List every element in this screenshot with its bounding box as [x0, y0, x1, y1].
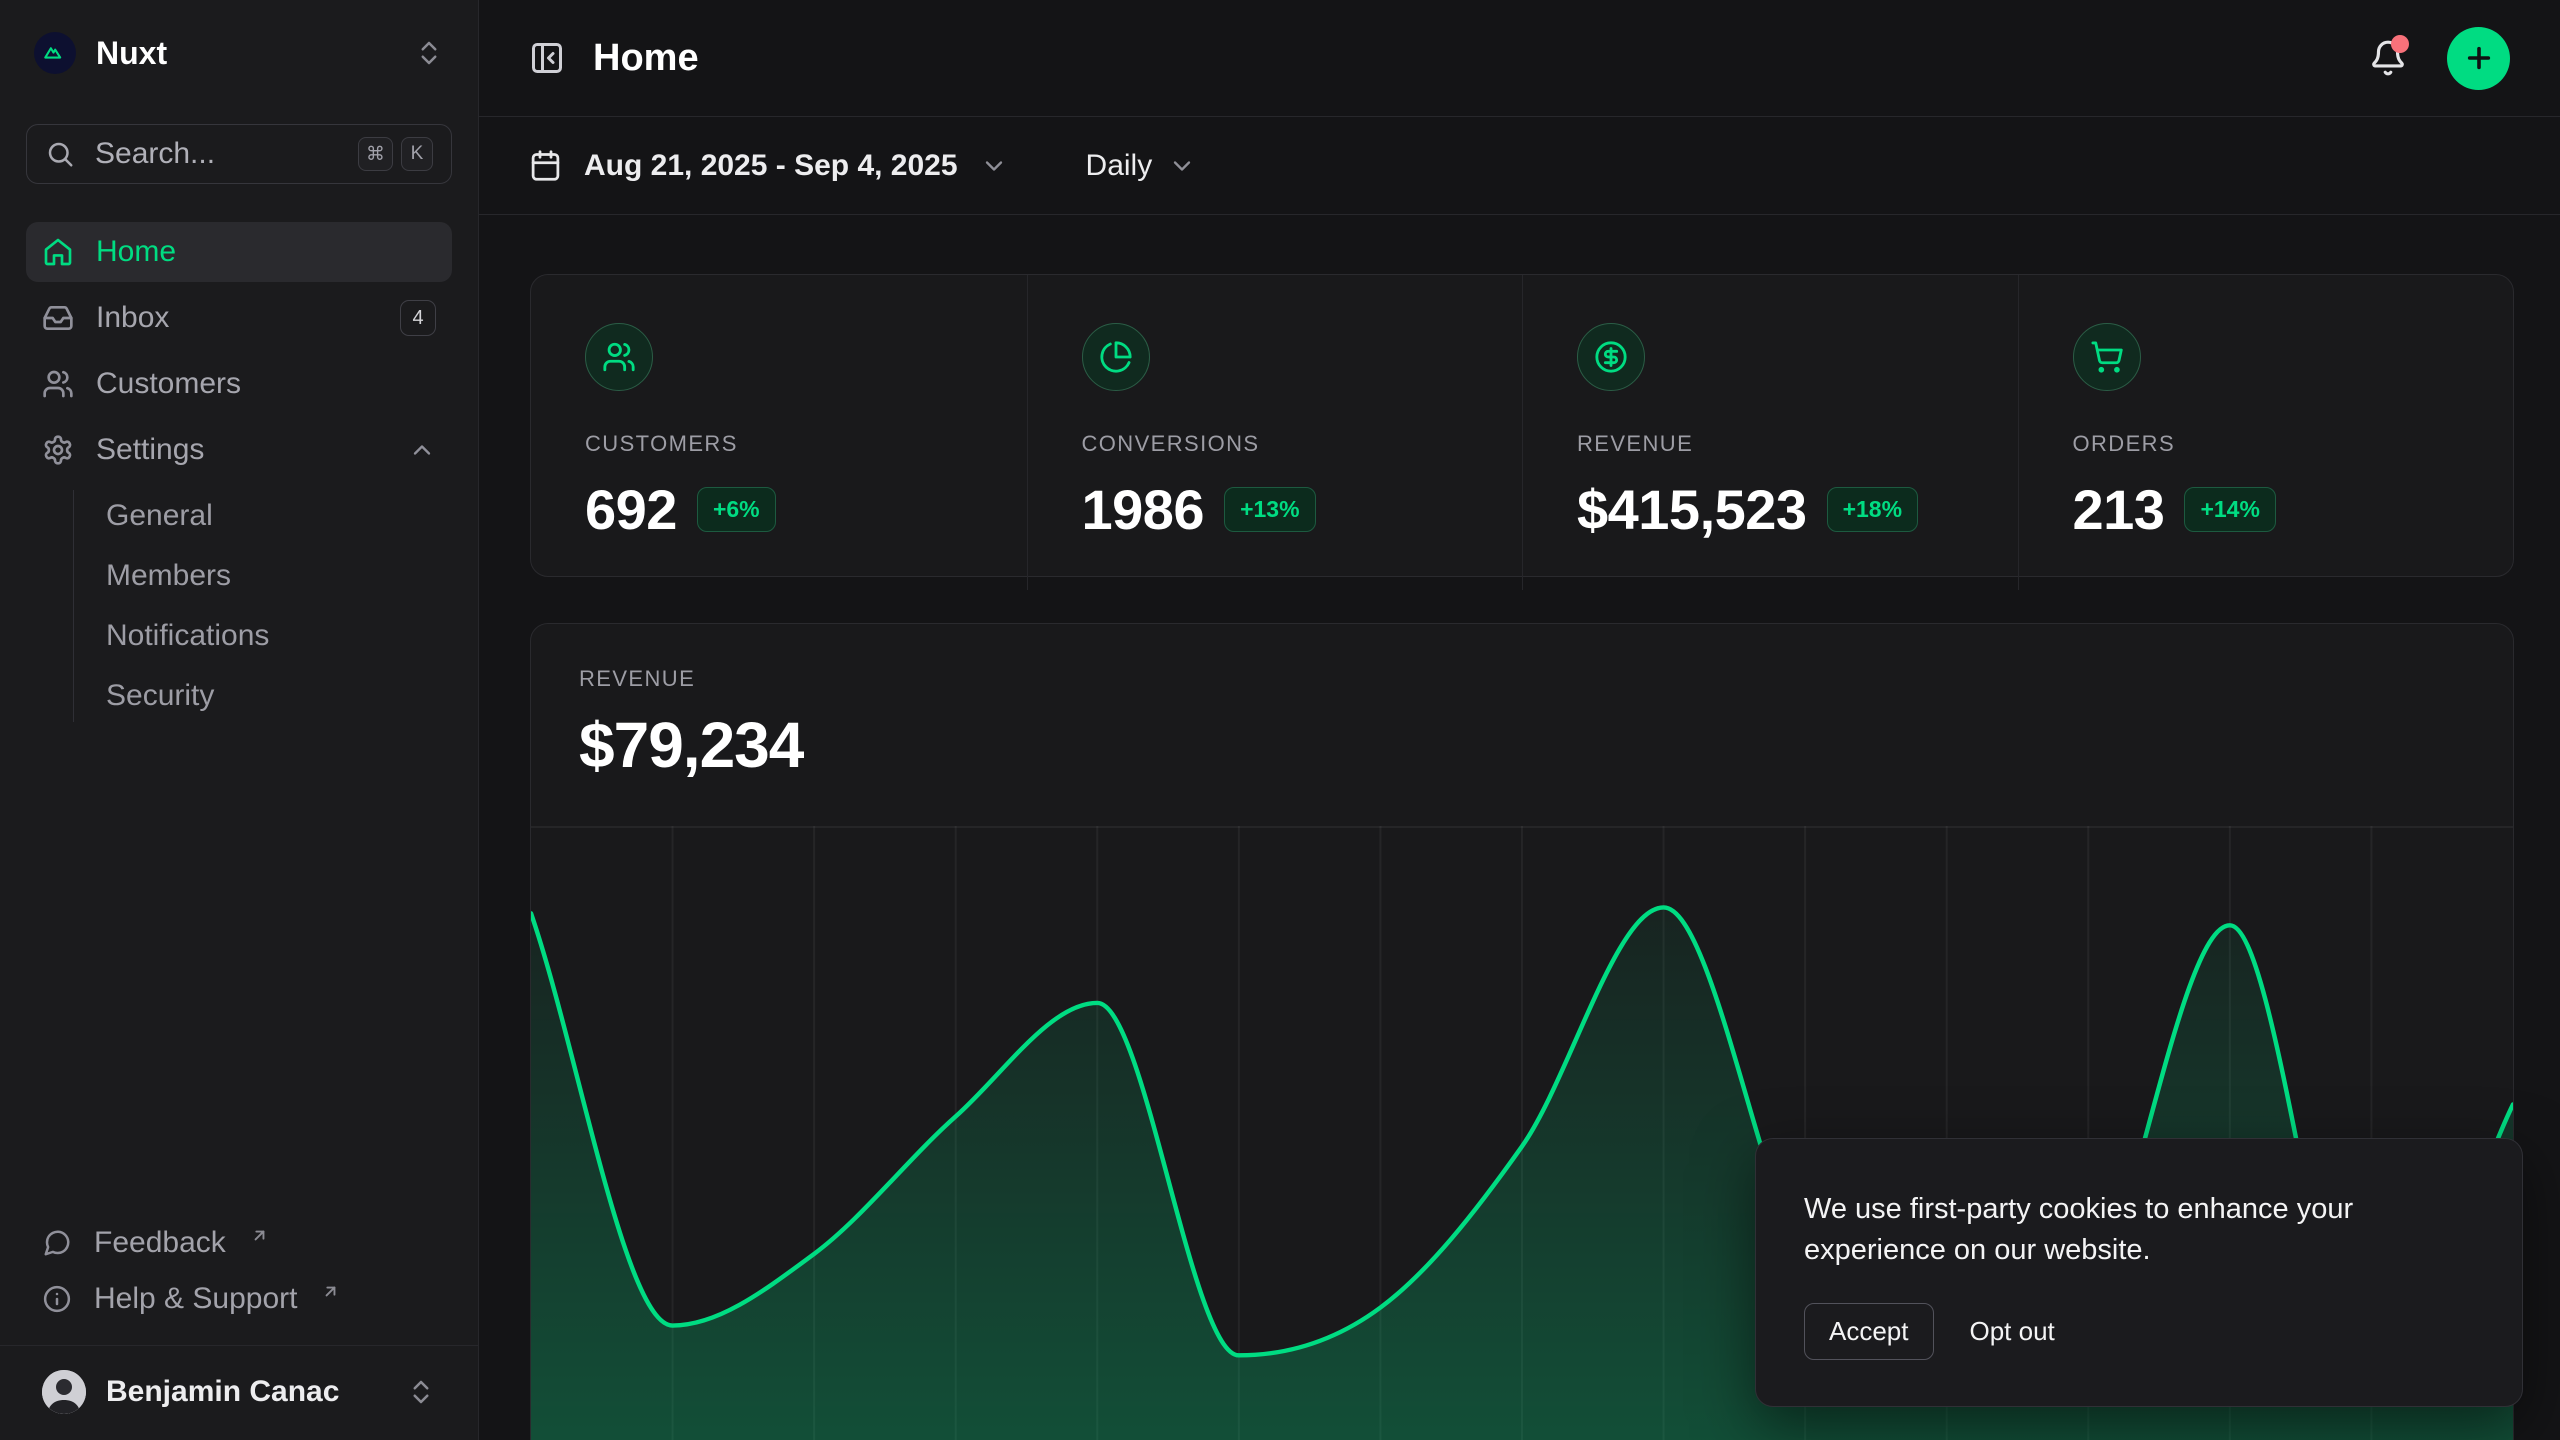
opt-out-button[interactable]: Opt out [1970, 1316, 2055, 1347]
feedback-label: Feedback [94, 1226, 226, 1260]
stat-label: CUSTOMERS [585, 431, 973, 457]
top-header: Home [479, 0, 2560, 117]
page-title: Home [593, 37, 699, 80]
panel-left-close-icon[interactable] [529, 40, 565, 76]
search-input[interactable] [93, 136, 340, 172]
sidebar-item-security[interactable]: Security [106, 670, 452, 722]
stat-value: $415,523 [1577, 477, 1807, 542]
revenue-label: REVENUE [579, 666, 2465, 692]
date-range-picker[interactable]: Aug 21, 2025 - Sep 4, 2025 [529, 149, 1008, 183]
chevrons-up-down-icon [406, 1377, 436, 1407]
sidebar-item-members[interactable]: Members [106, 550, 452, 602]
nuxt-logo [34, 32, 76, 74]
inbox-icon [42, 302, 74, 334]
home-icon [42, 236, 74, 268]
sidebar-item-label: Inbox [96, 301, 169, 335]
feedback-link[interactable]: Feedback [26, 1215, 452, 1271]
granularity-label: Daily [1086, 149, 1153, 183]
inbox-count-badge: 4 [400, 300, 436, 336]
stat-delta-badge: +13% [1224, 487, 1315, 532]
stat-card-orders: ORDERS 213 +14% [2018, 275, 2514, 590]
stat-card-customers: CUSTOMERS 692 +6% [531, 275, 1027, 590]
users-icon [42, 368, 74, 400]
sidebar-nav: Home Inbox 4 Customers Settings [26, 222, 452, 732]
calendar-icon [529, 149, 562, 182]
granularity-select[interactable]: Daily [1086, 149, 1197, 183]
chevron-up-icon [408, 436, 436, 464]
revenue-total: $79,234 [579, 708, 2465, 782]
workspace-switcher[interactable]: Nuxt [26, 22, 452, 84]
revenue-header: REVENUE $79,234 [531, 624, 2513, 782]
info-circle-icon [42, 1284, 72, 1314]
avatar [42, 1370, 86, 1414]
sidebar-spacer [26, 732, 452, 1215]
stats-panel: CUSTOMERS 692 +6% CONVERSIONS 1986 +13% [530, 274, 2514, 577]
kbd-command: ⌘ [358, 137, 393, 171]
sidebar-item-customers[interactable]: Customers [26, 354, 452, 414]
dashboard-app: Nuxt ⌘ K Home [0, 0, 2560, 1440]
gear-icon [42, 434, 74, 466]
sidebar-item-label: Home [96, 235, 176, 269]
stat-delta-badge: +18% [1827, 487, 1918, 532]
sidebar-item-settings[interactable]: Settings [26, 420, 452, 480]
help-support-link[interactable]: Help & Support [26, 1271, 452, 1327]
help-support-label: Help & Support [94, 1282, 297, 1316]
unread-dot [2391, 35, 2409, 53]
stat-delta-badge: +14% [2184, 487, 2275, 532]
settings-children: General Members Notifications Security [73, 490, 452, 722]
workspace-name: Nuxt [96, 35, 167, 72]
stat-value: 1986 [1082, 477, 1205, 542]
filters-toolbar: Aug 21, 2025 - Sep 4, 2025 Daily [479, 117, 2560, 215]
cookie-banner: We use first-party cookies to enhance yo… [1755, 1138, 2523, 1407]
sidebar-item-home[interactable]: Home [26, 222, 452, 282]
stat-label: CONVERSIONS [1082, 431, 1469, 457]
cookie-message: We use first-party cookies to enhance yo… [1804, 1189, 2424, 1271]
external-link-icon [250, 1226, 269, 1245]
notifications-button[interactable] [2369, 39, 2407, 77]
stat-value: 213 [2073, 477, 2165, 542]
message-circle-icon [42, 1228, 72, 1258]
sidebar-item-label: Settings [96, 433, 204, 467]
external-link-icon [321, 1282, 340, 1301]
sidebar-item-inbox[interactable]: Inbox 4 [26, 288, 452, 348]
users-icon [585, 323, 653, 391]
pie-chart-icon [1082, 323, 1150, 391]
search-icon [45, 139, 75, 169]
stat-label: ORDERS [2073, 431, 2460, 457]
kbd-k: K [401, 137, 433, 171]
sidebar-item-notifications[interactable]: Notifications [106, 610, 452, 662]
sidebar-item-label: Customers [96, 367, 241, 401]
stat-card-revenue: REVENUE $415,523 +18% [1522, 275, 2018, 590]
cookie-actions: Accept Opt out [1804, 1303, 2474, 1360]
circle-dollar-icon [1577, 323, 1645, 391]
sidebar: Nuxt ⌘ K Home [0, 0, 479, 1440]
stat-delta-badge: +6% [697, 487, 776, 532]
chevron-down-icon [980, 152, 1008, 180]
stat-value: 692 [585, 477, 677, 542]
shopping-cart-icon [2073, 323, 2141, 391]
user-menu[interactable]: Benjamin Canac [26, 1346, 452, 1440]
plus-icon [2463, 42, 2495, 74]
stat-label: REVENUE [1577, 431, 1964, 457]
user-name: Benjamin Canac [106, 1375, 339, 1409]
create-new-button[interactable] [2447, 27, 2510, 90]
stat-card-conversions: CONVERSIONS 1986 +13% [1027, 275, 1523, 590]
chevron-down-icon [1168, 152, 1196, 180]
date-range-label: Aug 21, 2025 - Sep 4, 2025 [584, 149, 958, 183]
sidebar-item-general[interactable]: General [106, 490, 452, 542]
header-actions [2369, 27, 2510, 90]
search-bar[interactable]: ⌘ K [26, 124, 452, 184]
accept-button[interactable]: Accept [1804, 1303, 1934, 1360]
search-shortcut: ⌘ K [358, 137, 433, 171]
chevrons-up-down-icon [414, 38, 444, 68]
